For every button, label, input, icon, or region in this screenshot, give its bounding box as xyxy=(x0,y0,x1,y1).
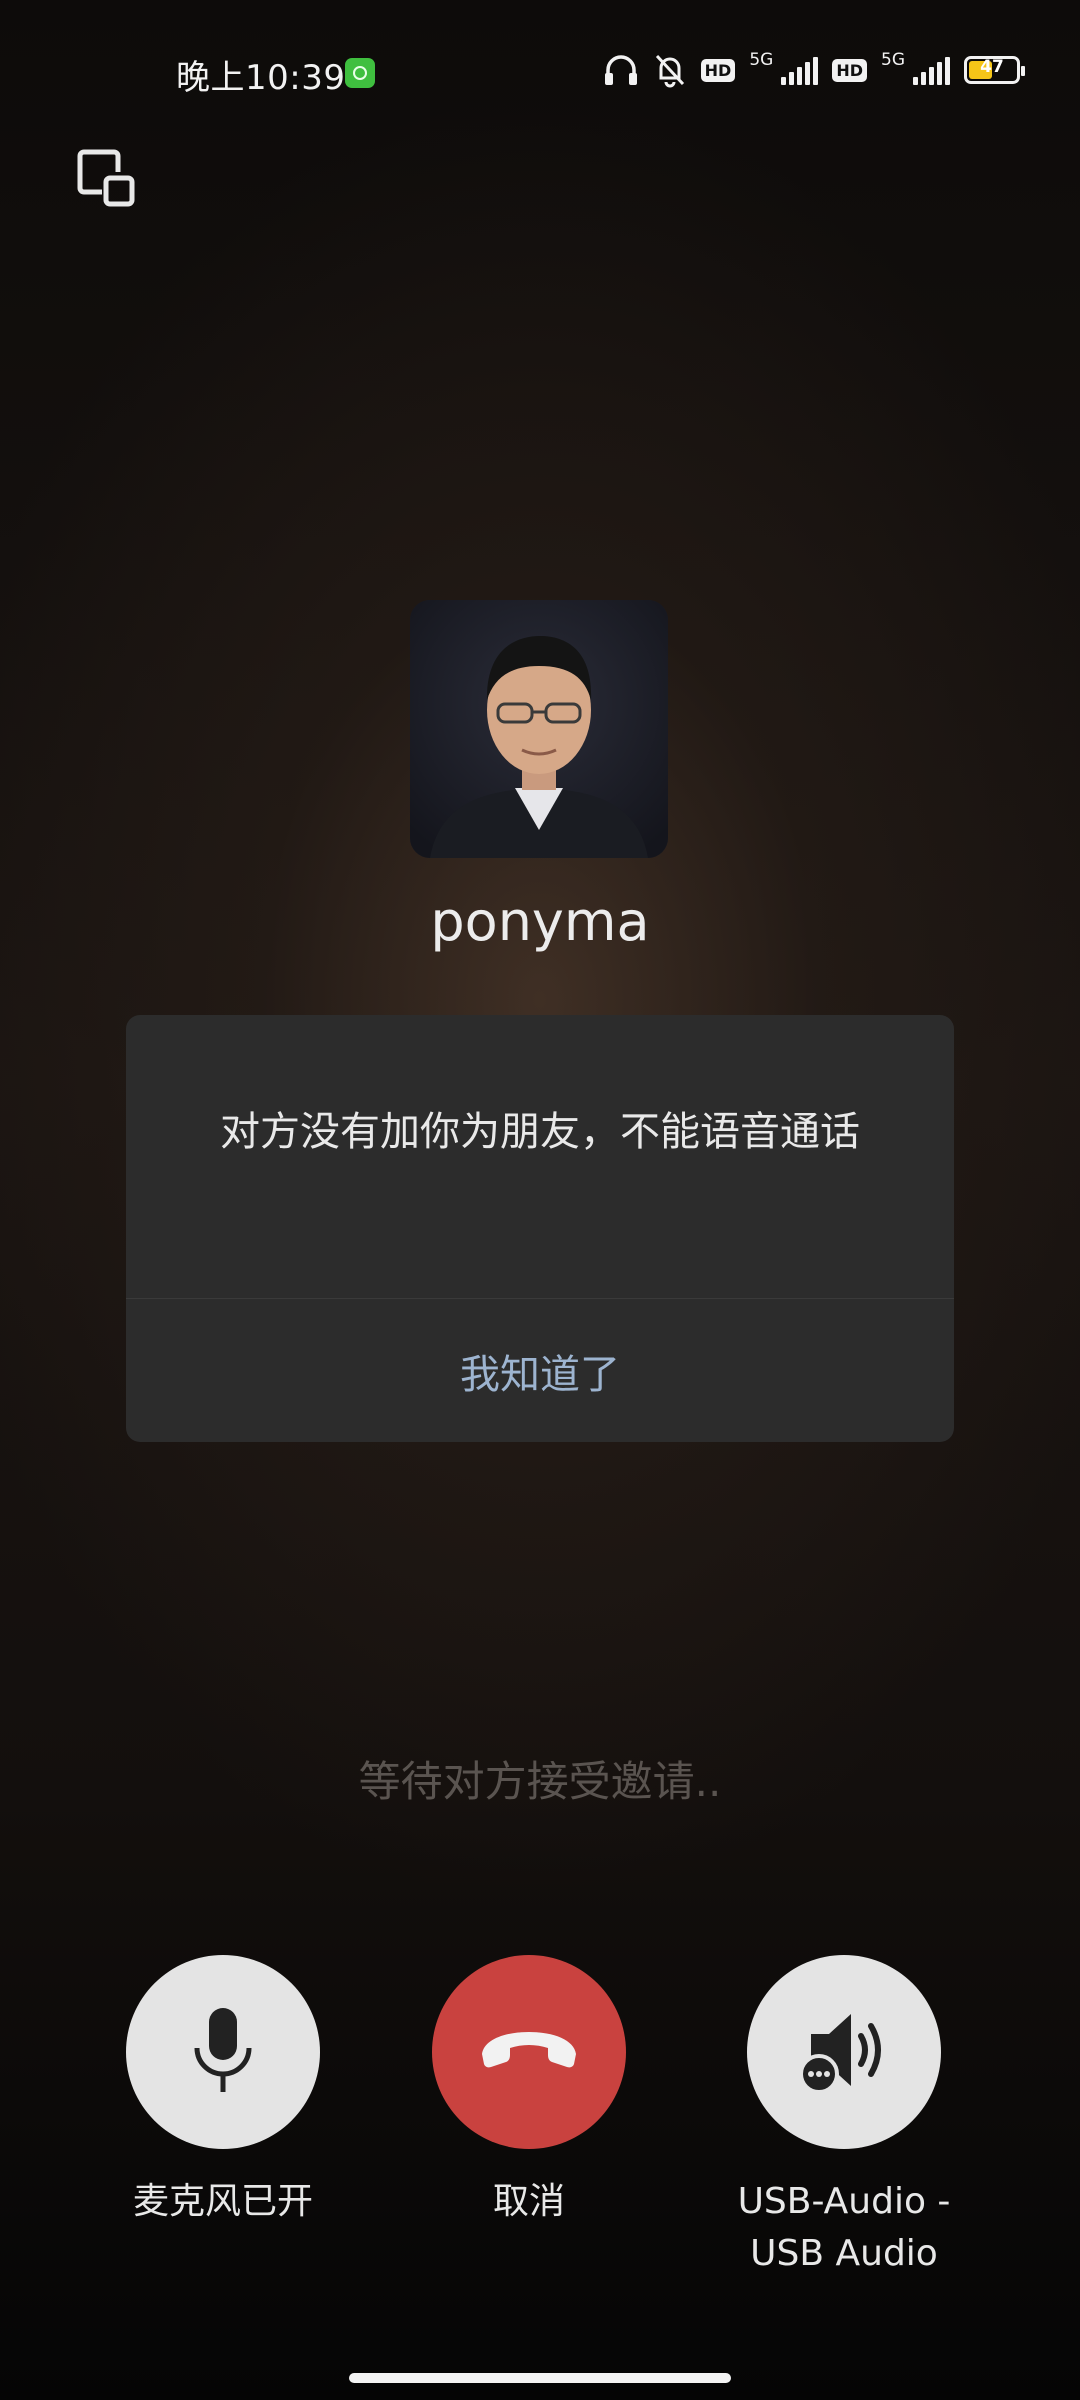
audio-output-button[interactable] xyxy=(747,1955,941,2149)
status-icons: HD 5G HD 5G 47 xyxy=(603,50,1025,88)
cancel-label: 取消 xyxy=(492,2181,565,2222)
bell-off-icon xyxy=(653,52,687,88)
signal-icon xyxy=(781,55,819,85)
hd-badge-1: HD xyxy=(700,58,736,82)
microphone-toggle-button[interactable] xyxy=(126,1955,320,2149)
audio-output-label: USB-Audio - USB Audio xyxy=(690,2176,998,2280)
network-type-1: 5G xyxy=(749,50,774,70)
battery-icon: 47 xyxy=(964,56,1025,84)
hangup-button[interactable] xyxy=(432,1955,626,2149)
alert-dialog: 对方没有加你为朋友，不能语音通话 我知道了 xyxy=(126,1015,954,1442)
hangup-phone-icon xyxy=(474,2020,584,2084)
dialog-ok-button[interactable]: 我知道了 xyxy=(126,1299,954,1442)
microphone-icon xyxy=(183,2000,263,2104)
floating-window-icon[interactable] xyxy=(74,146,140,212)
network-type-2: 5G xyxy=(881,50,905,70)
dialog-message: 对方没有加你为朋友，不能语音通话 xyxy=(220,1109,860,1155)
battery-level: 47 xyxy=(980,57,1004,77)
hd-badge-2: HD xyxy=(832,58,867,82)
headphones-icon xyxy=(603,53,639,87)
microphone-label: 麦克风已开 xyxy=(132,2181,313,2222)
audio-output-label-line2: USB Audio xyxy=(750,2233,938,2274)
caller-name: ponyma xyxy=(430,890,650,953)
speaker-usb-audio-icon xyxy=(789,2000,899,2104)
call-status-text: 等待对方接受邀请.. xyxy=(358,1757,722,1806)
wechat-notification-icon xyxy=(345,58,375,88)
home-indicator[interactable] xyxy=(349,2373,731,2383)
signal-icon xyxy=(913,55,950,85)
audio-output-label-line1: USB-Audio - xyxy=(737,2181,951,2222)
status-bar: 晚上10:39 HD 5G HD 5G 47 xyxy=(0,0,1080,148)
status-time: 晚上10:39 xyxy=(176,58,346,98)
caller-avatar xyxy=(410,600,668,858)
